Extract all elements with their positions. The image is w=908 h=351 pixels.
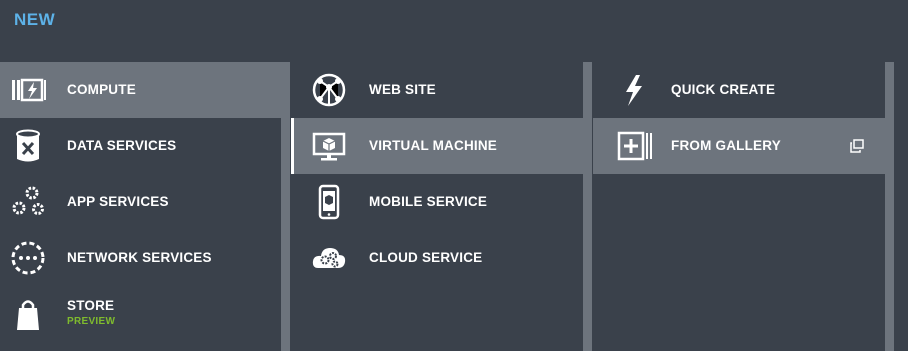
category-network-services[interactable]: NETWORK SERVICES <box>0 230 281 286</box>
quick-create-option[interactable]: QUICK CREATE <box>593 62 885 118</box>
category-data-services[interactable]: DATA SERVICES <box>0 118 281 174</box>
store-label: STORE <box>67 298 115 313</box>
compute-label: WEB SITE <box>369 82 436 97</box>
category-app-services[interactable]: APP SERVICES <box>0 174 281 230</box>
compute-column: WEB SITE VIRTUAL MACHINE MOBILE SERVICE … <box>291 62 583 351</box>
option-label: FROM GALLERY <box>671 138 781 153</box>
compute-mobile-service[interactable]: MOBILE SERVICE <box>291 174 583 230</box>
category-label: COMPUTE <box>67 82 136 97</box>
column-scrollbar[interactable] <box>583 62 592 351</box>
from-gallery-option[interactable]: FROM GALLERY <box>593 118 885 174</box>
network-services-icon <box>11 241 45 275</box>
compute-cloud-service[interactable]: CLOUD SERVICE <box>291 230 583 286</box>
column-scrollbar[interactable] <box>281 62 290 351</box>
category-label: DATA SERVICES <box>67 138 177 153</box>
category-store[interactable]: STORE PREVIEW <box>0 286 281 342</box>
store-icon <box>17 300 39 330</box>
option-label: QUICK CREATE <box>671 82 776 97</box>
compute-web-site[interactable]: WEB SITE <box>291 62 583 118</box>
column-scrollbar[interactable] <box>885 62 894 351</box>
compute-virtual-machine[interactable]: VIRTUAL MACHINE <box>291 118 583 174</box>
page-title: NEW <box>14 10 56 29</box>
category-label: NETWORK SERVICES <box>67 250 212 265</box>
category-label: APP SERVICES <box>67 194 169 209</box>
web-site-icon <box>312 73 346 107</box>
compute-icon <box>12 78 46 102</box>
compute-label: MOBILE SERVICE <box>369 194 488 209</box>
app-services-icon <box>12 186 44 215</box>
lightning-icon <box>626 75 642 106</box>
compute-label: CLOUD SERVICE <box>369 250 483 265</box>
vm-options-column: QUICK CREATE FROM GALLERY <box>593 62 885 351</box>
cloud-service-icon <box>312 248 346 268</box>
mobile-service-icon <box>318 184 340 220</box>
category-column: COMPUTE DATA SERVICES APP SERVICES NETWO… <box>0 62 281 351</box>
category-compute[interactable]: COMPUTE <box>0 62 281 118</box>
preview-badge: PREVIEW <box>67 316 116 327</box>
popout-icon[interactable] <box>849 138 865 154</box>
gallery-icon <box>617 131 652 161</box>
data-services-icon <box>16 129 40 162</box>
category-label: STORE PREVIEW <box>67 298 115 327</box>
compute-label: VIRTUAL MACHINE <box>369 138 498 153</box>
virtual-machine-icon <box>312 132 346 161</box>
